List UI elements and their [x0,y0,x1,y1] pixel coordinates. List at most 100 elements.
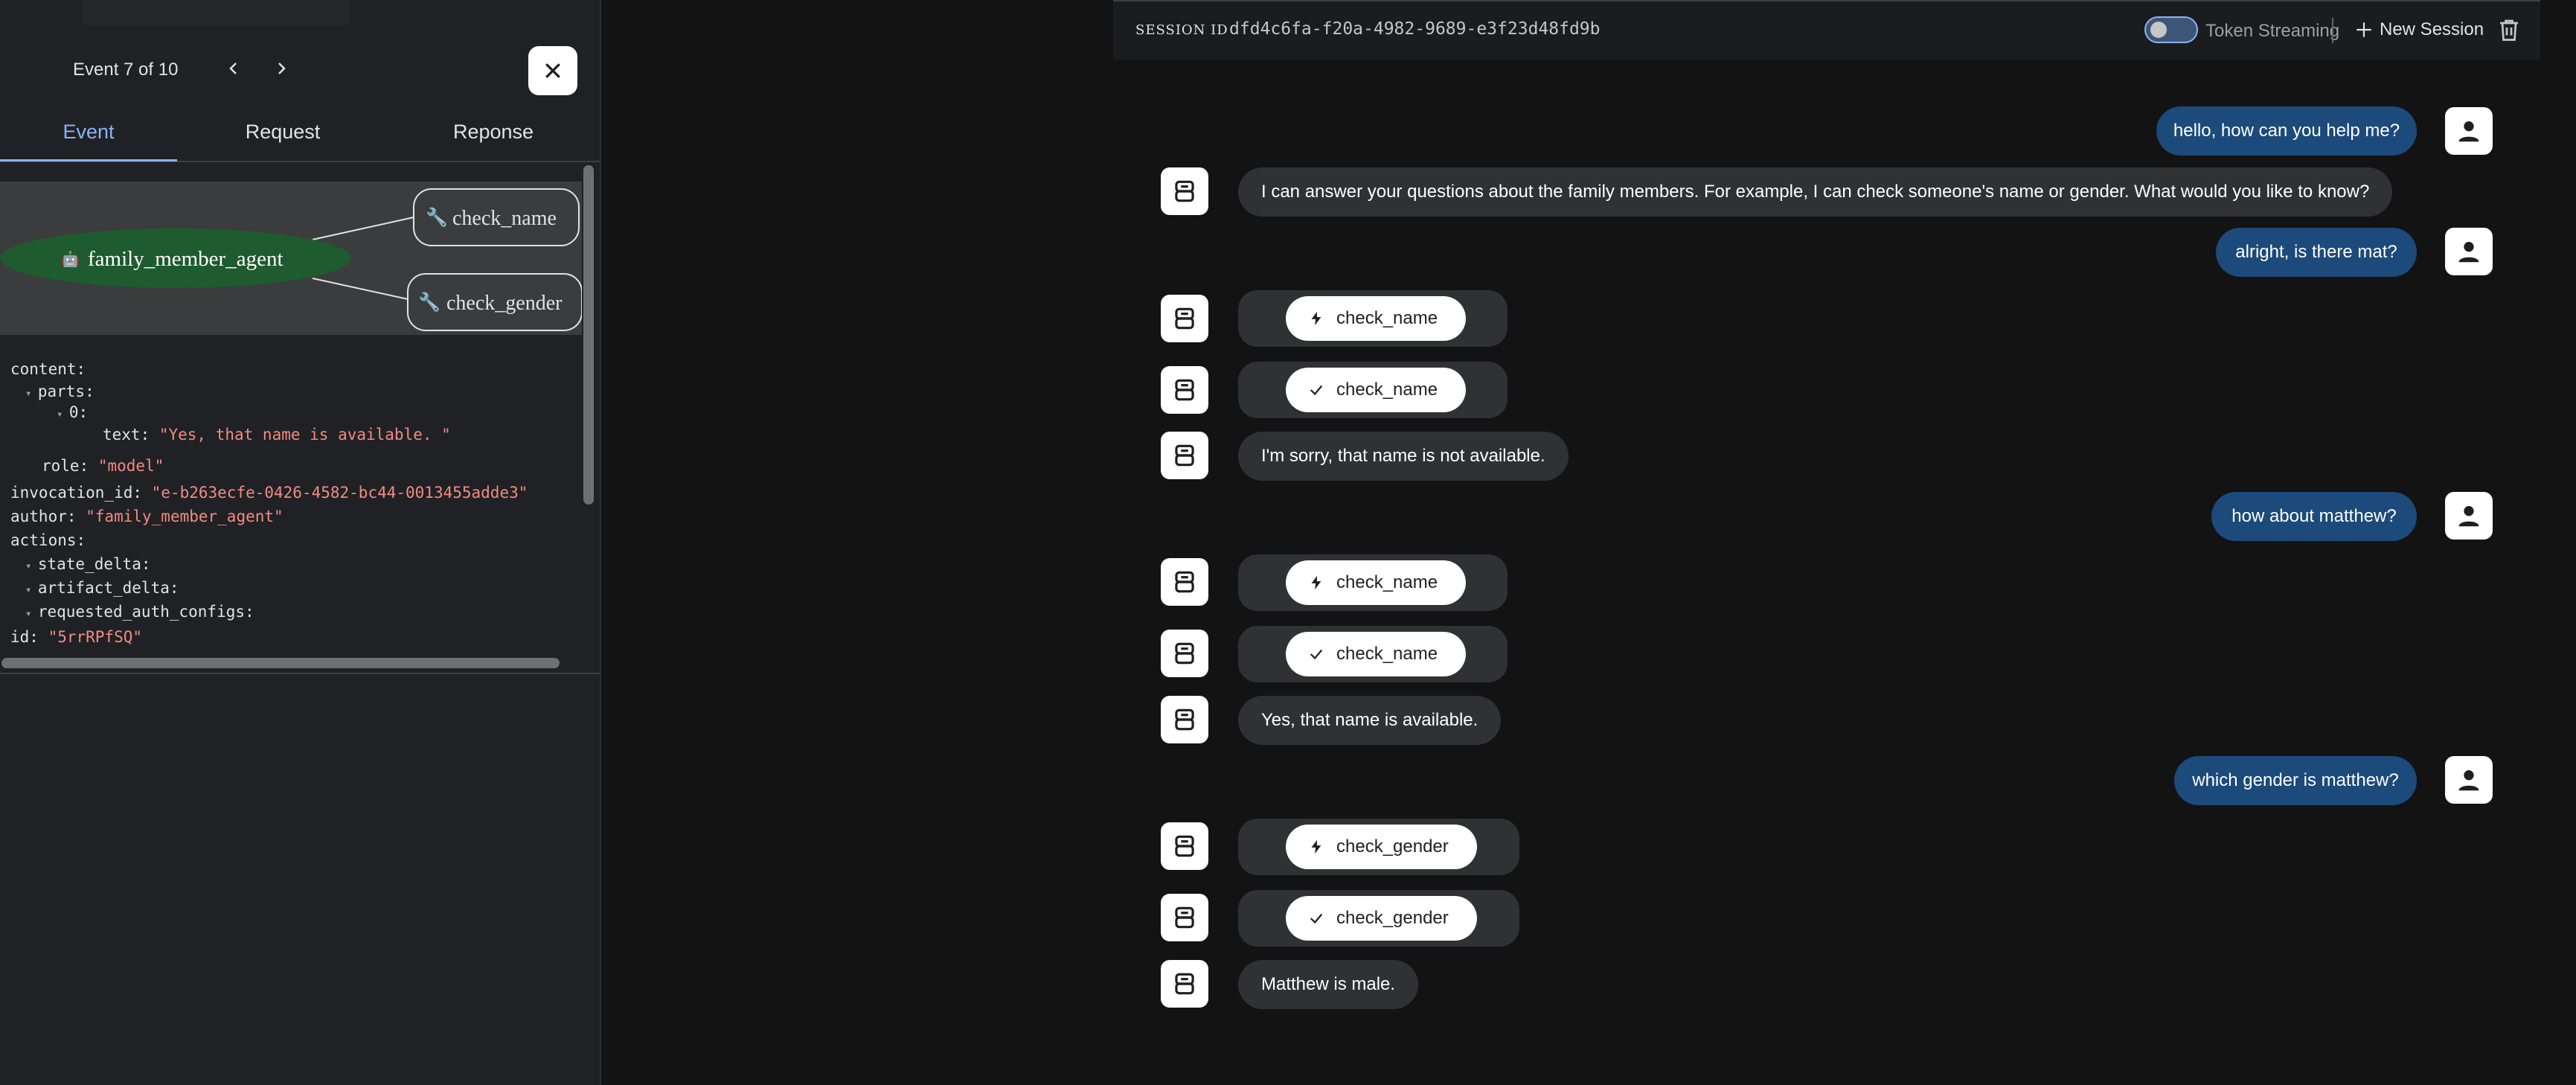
robot-icon [1175,642,1194,665]
plus-icon [2356,22,2371,37]
function-call-button[interactable]: check_gender [1286,825,1477,869]
robot-icon [1175,973,1194,995]
close-panel-button[interactable] [528,46,577,95]
json-line: ▾ state_delta: [25,555,151,573]
chevron-left-icon [229,63,237,74]
function-response-button[interactable]: check_name [1286,632,1467,676]
user-message: hello, how can you help me? [2156,106,2417,156]
bot-message: I can answer your questions about the fa… [1238,167,2393,217]
new-session-button[interactable]: New Session [2354,16,2484,43]
robot-icon [1175,307,1194,330]
collapse-triangle-icon[interactable]: ▾ [25,608,38,620]
bolt-icon [1311,311,1321,326]
check-icon [1310,385,1323,396]
tab-event[interactable]: Event [0,121,177,161]
collapse-triangle-icon[interactable]: ▾ [57,409,69,420]
bot-message: Yes, that name is available. [1238,696,1502,745]
json-line: role: "model" [42,457,164,475]
agent-graph: 🤖 family_member_agent 🔧 check_name 🔧 che… [0,182,583,335]
function-response-card: check_name [1238,626,1508,682]
bot-avatar [1161,894,1208,941]
bolt-icon [1311,839,1321,854]
agent-graph-svg: 🤖 family_member_agent 🔧 check_name 🔧 che… [0,188,583,331]
bot-avatar [1161,366,1208,414]
user-message: alright, is there mat? [2216,228,2417,277]
robot-icon [1175,379,1194,401]
json-line: text: "Yes, that name is available. " [103,426,451,444]
robot-icon [1175,180,1194,202]
json-line: invocation_id: "e-b263ecfe-0426-4582-bc4… [10,484,528,502]
function-name: check_name [1336,644,1438,664]
divider [2332,18,2333,43]
bot-avatar [1161,630,1208,677]
function-name: check_name [1336,572,1438,592]
bot-message: Matthew is male. [1238,960,1419,1009]
tab-response[interactable]: Reponse [394,121,592,159]
user-avatar [2445,492,2493,540]
event-tabs: Event Request Reponse [0,110,600,162]
robot-icon [1175,571,1194,593]
event-panel: Event 7 of 10 Event Request Reponse 🤖 fa… [0,0,601,1085]
bot-avatar [1161,696,1208,743]
robot-icon: 🤖 [61,250,80,268]
json-line: author: "family_member_agent" [10,508,283,525]
bot-avatar [1161,295,1208,342]
function-call-button[interactable]: check_name [1286,560,1467,605]
robot-icon [1175,906,1194,929]
robot-icon [1175,444,1194,467]
bot-avatar [1161,558,1208,606]
bot-avatar [1161,960,1208,1008]
chevron-right-icon [278,63,286,74]
function-call-card: check_name [1238,290,1508,347]
person-icon [2458,242,2479,263]
user-message: which gender is matthew? [2174,756,2417,805]
collapse-triangle-icon[interactable]: ▾ [25,560,38,572]
tab-request[interactable]: Request [179,121,387,159]
close-icon [545,63,560,78]
user-message: how about matthew? [2211,492,2417,541]
function-call-button[interactable]: check_name [1286,296,1467,341]
function-name: check_gender [1336,908,1449,928]
function-name: check_name [1336,308,1438,328]
delete-session-icon[interactable] [2496,16,2522,43]
function-response-button[interactable]: check_name [1286,368,1467,412]
toggle-knob [2150,22,2167,38]
session-id-value: dfd4c6fa-f20a-4982-9689-e3f23d48fd9b [1229,19,1601,39]
function-call-card: check_gender [1238,819,1519,875]
new-session-label: New Session [2380,19,2484,39]
person-icon [2458,770,2479,791]
tool-node-label: check_gender [446,292,563,315]
json-line: id: "5rrRPfSQ" [10,628,143,646]
check-icon [1310,649,1323,660]
tool-node-label: check_name [452,207,557,230]
token-streaming-label: Token Streaming [2205,21,2340,41]
graph-edge-gender [312,278,408,300]
previous-event-button[interactable] [219,54,249,83]
function-call-card: check_name [1238,554,1508,611]
check-icon [1310,913,1323,924]
person-icon [2458,506,2479,527]
json-line: content: [10,360,86,378]
bot-avatar [1161,822,1208,870]
user-avatar [2445,107,2493,155]
bot-avatar [1161,167,1208,215]
bot-avatar [1161,432,1208,479]
collapse-triangle-icon[interactable]: ▾ [25,388,38,400]
horizontal-scrollbar[interactable] [1,658,560,668]
next-event-button[interactable] [266,54,296,83]
json-line: ▾ 0: [57,403,89,421]
person-icon [2458,121,2479,142]
divider [0,673,600,674]
event-counter: Event 7 of 10 [73,60,179,80]
vertical-scrollbar[interactable] [583,165,594,505]
robot-icon [1175,835,1194,857]
function-response-card: check_gender [1238,890,1519,947]
collapse-triangle-icon[interactable]: ▾ [25,584,38,596]
function-response-button[interactable]: check_gender [1286,896,1477,941]
token-streaming-toggle[interactable] [2144,16,2198,43]
robot-icon [1175,708,1194,731]
bolt-icon [1311,575,1321,590]
wrench-icon: 🔧 [426,206,448,228]
function-name: check_name [1336,380,1438,400]
agent-node-label: family_member_agent [88,247,283,271]
